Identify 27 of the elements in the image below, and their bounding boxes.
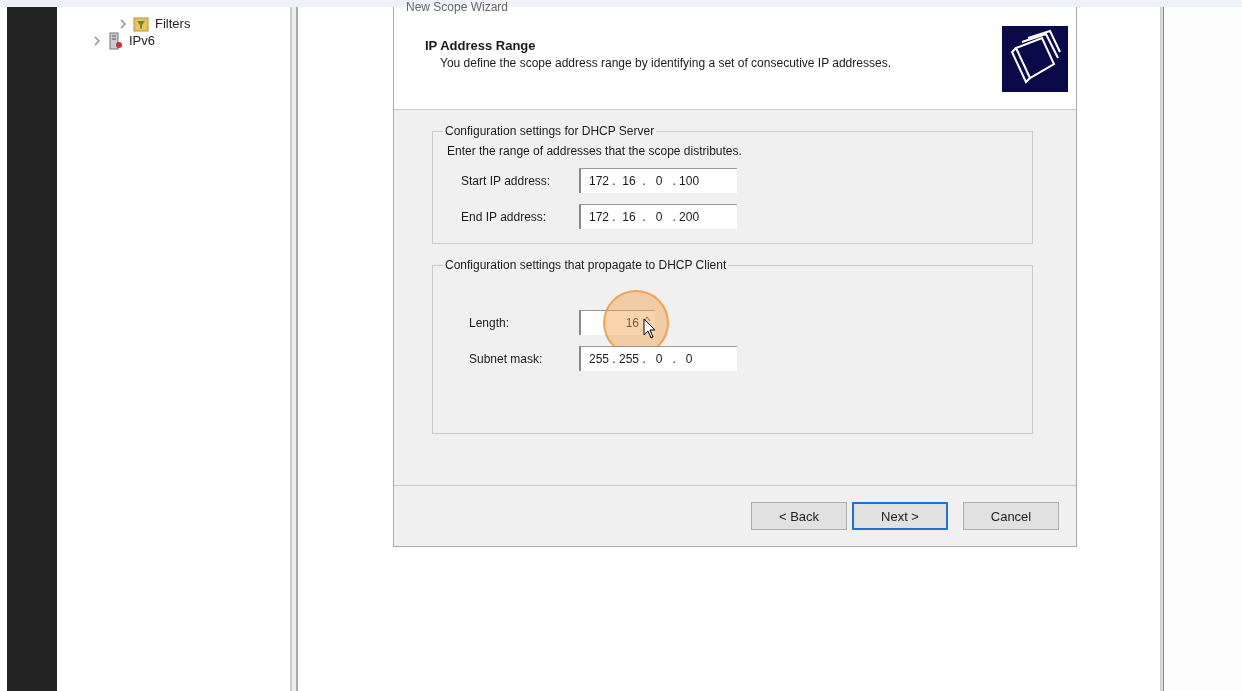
wizard-button[interactable]: Next > bbox=[852, 502, 948, 530]
chevron-icon[interactable] bbox=[120, 18, 127, 29]
ip-address-field[interactable]: 255 . 255 . 0 . 0 bbox=[579, 346, 737, 371]
group-title: Configuration settings for DHCP Server bbox=[444, 124, 656, 138]
window-title: New Scope Wizard bbox=[406, 1, 510, 14]
field-label: Subnet mask: bbox=[469, 351, 544, 366]
filter-icon bbox=[133, 15, 149, 32]
field-label: Start IP address: bbox=[461, 173, 552, 188]
pane-splitter[interactable] bbox=[290, 7, 298, 691]
chevron-icon[interactable] bbox=[94, 35, 101, 46]
page-heading: IP Address Range bbox=[425, 38, 537, 53]
pane-splitter[interactable] bbox=[1160, 7, 1164, 691]
group-description: Enter the range of addresses that the scope distributes. bbox=[447, 144, 743, 158]
ip-address-field[interactable]: 172 . 16 . 0 . 100 bbox=[579, 168, 737, 193]
wizard-button[interactable]: < Back bbox=[751, 502, 847, 530]
tree-item-label[interactable]: Filters bbox=[155, 16, 191, 31]
folders-icon bbox=[1002, 26, 1068, 92]
tree-item-label[interactable]: IPv6 bbox=[129, 33, 155, 48]
wizard-button[interactable]: Cancel bbox=[963, 502, 1059, 530]
field-label: End IP address: bbox=[461, 209, 548, 224]
page-subtitle: You define the scope address range by identifying a set of consecutive IP addresses. bbox=[439, 56, 891, 70]
ip-address-field[interactable]: 172 . 16 . 0 . 200 bbox=[579, 204, 737, 229]
field-label: Length: bbox=[469, 315, 511, 330]
length-spin-field[interactable]: 16 bbox=[579, 310, 655, 335]
cursor-icon bbox=[643, 318, 657, 340]
group-title: Configuration settings that propagate to DHCP Client bbox=[444, 258, 728, 272]
server-icon bbox=[107, 31, 123, 50]
